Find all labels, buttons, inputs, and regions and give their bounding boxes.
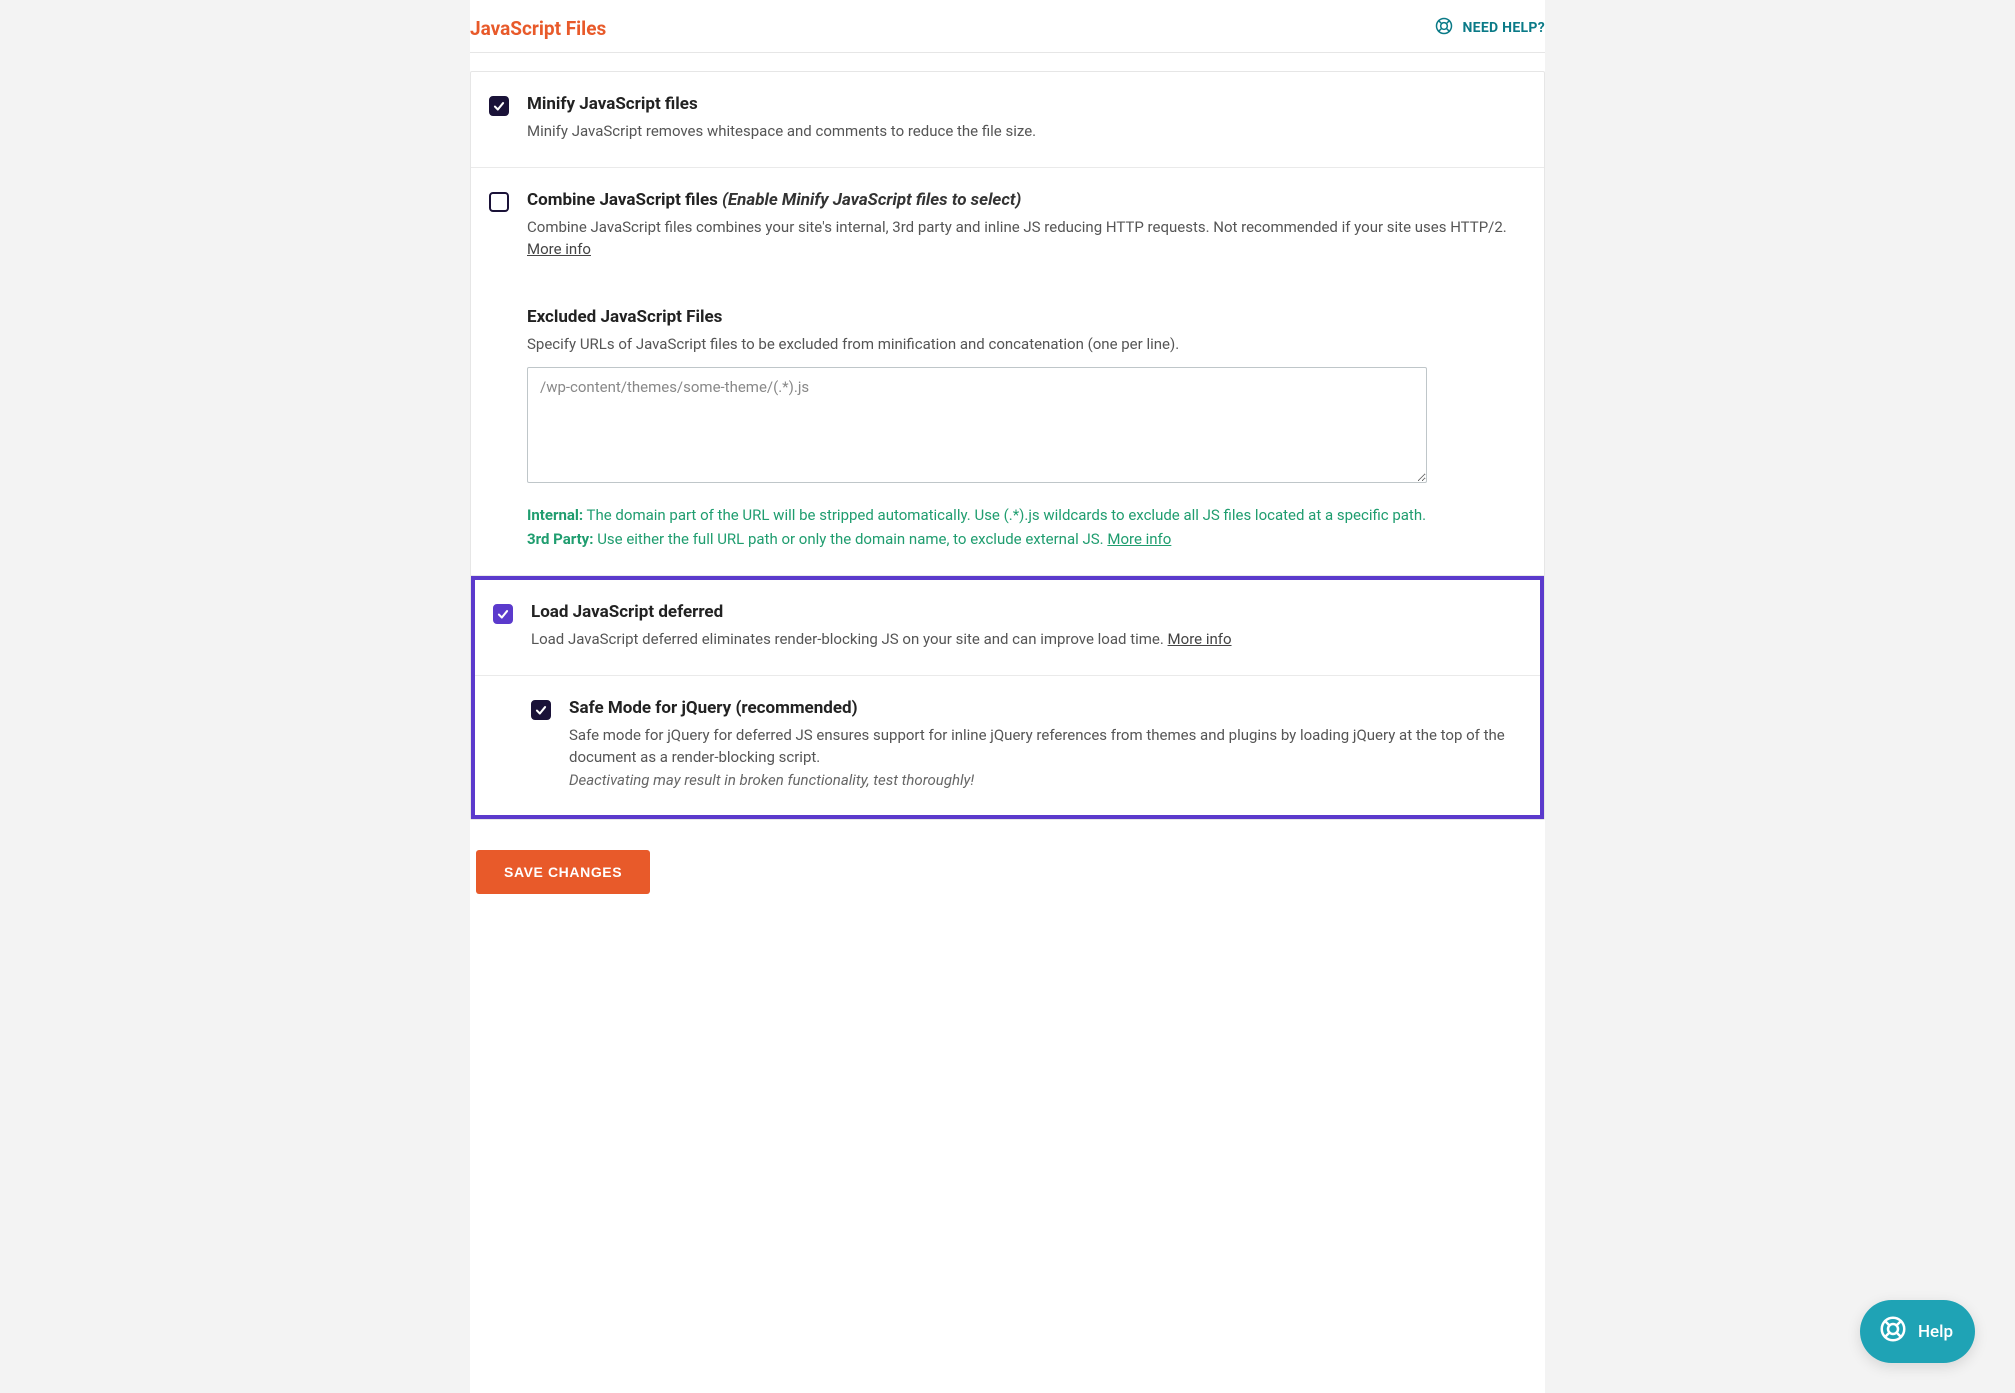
lifebuoy-icon: [1434, 16, 1454, 40]
safemode-title: Safe Mode for jQuery (recommended): [569, 698, 1522, 718]
option-minify: Minify JavaScript files Minify JavaScrip…: [471, 72, 1544, 168]
defer-desc: Load JavaScript deferred eliminates rend…: [531, 628, 1522, 651]
page-title: JavaScript Files: [470, 17, 606, 40]
need-help-label: NEED HELP?: [1462, 20, 1545, 36]
combine-checkbox[interactable]: [489, 192, 509, 212]
defer-more-link[interactable]: More info: [1168, 630, 1232, 648]
excluded-textarea[interactable]: [527, 367, 1427, 483]
excluded-note: Internal: The domain part of the URL wil…: [527, 503, 1427, 551]
help-floating-label: Help: [1918, 1322, 1953, 1342]
lifebuoy-icon: [1878, 1314, 1908, 1349]
safemode-checkbox[interactable]: [531, 700, 551, 720]
minify-desc: Minify JavaScript removes whitespace and…: [527, 120, 1526, 143]
minify-checkbox[interactable]: [489, 96, 509, 116]
combine-title: Combine JavaScript files (Enable Minify …: [527, 190, 1526, 210]
safemode-desc: Safe mode for jQuery for deferred JS ens…: [569, 724, 1522, 792]
option-combine: Combine JavaScript files (Enable Minify …: [471, 168, 1544, 285]
option-safemode: Safe Mode for jQuery (recommended) Safe …: [475, 676, 1540, 816]
option-defer: Load JavaScript deferred Load JavaScript…: [475, 580, 1540, 676]
excluded-title: Excluded JavaScript Files: [527, 307, 1526, 327]
defer-title: Load JavaScript deferred: [531, 602, 1522, 622]
highlighted-defer-section: Load JavaScript deferred Load JavaScript…: [471, 576, 1544, 819]
combine-desc: Combine JavaScript files combines your s…: [527, 216, 1526, 261]
defer-checkbox[interactable]: [493, 604, 513, 624]
settings-panel: Minify JavaScript files Minify JavaScrip…: [470, 71, 1545, 820]
need-help-button[interactable]: NEED HELP?: [1434, 16, 1545, 40]
excluded-desc: Specify URLs of JavaScript files to be e…: [527, 333, 1526, 356]
excluded-more-link[interactable]: More info: [1107, 530, 1171, 548]
save-button[interactable]: SAVE CHANGES: [476, 850, 650, 894]
combine-more-link[interactable]: More info: [527, 240, 591, 258]
help-floating-button[interactable]: Help: [1860, 1300, 1975, 1363]
minify-title: Minify JavaScript files: [527, 94, 1526, 114]
excluded-block: Excluded JavaScript Files Specify URLs o…: [471, 285, 1544, 577]
